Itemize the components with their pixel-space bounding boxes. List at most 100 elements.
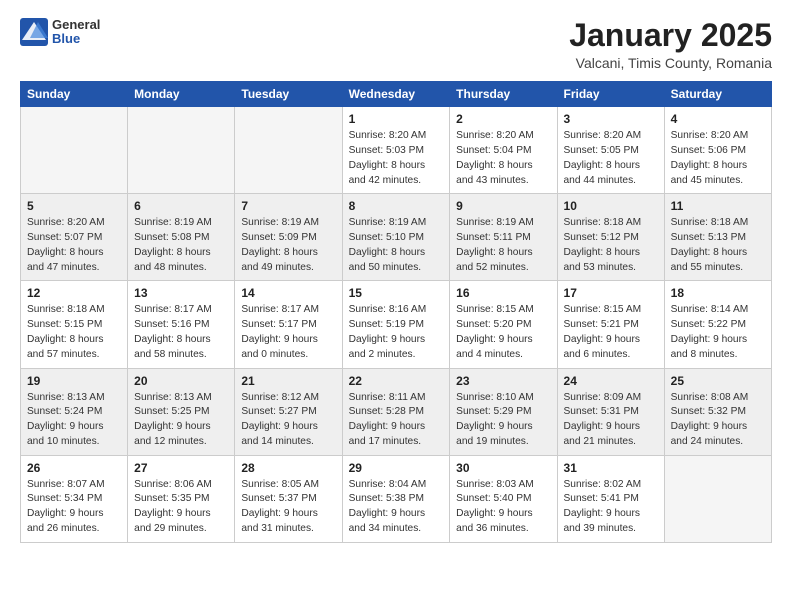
logo-icon	[20, 18, 48, 46]
calendar-cell: 29 Sunrise: 8:04 AM Sunset: 5:38 PM Dayli…	[342, 455, 450, 542]
calendar-week-row: 5 Sunrise: 8:20 AM Sunset: 5:07 PM Daylig…	[21, 194, 772, 281]
day-info: Sunrise: 8:05 AM Sunset: 5:37 PM Dayligh…	[241, 478, 335, 537]
day-info: Sunrise: 8:20 AM Sunset: 5:06 PM Dayligh…	[671, 129, 765, 188]
day-info: Sunrise: 8:10 AM Sunset: 5:29 PM Dayligh…	[456, 391, 550, 450]
day-info: Sunrise: 8:17 AM Sunset: 5:16 PM Dayligh…	[134, 303, 228, 362]
day-number: 11	[671, 199, 765, 213]
day-number: 30	[456, 461, 550, 475]
weekday-header: Saturday	[664, 82, 771, 107]
calendar-cell: 2 Sunrise: 8:20 AM Sunset: 5:04 PM Daylig…	[450, 107, 557, 194]
calendar-cell: 22 Sunrise: 8:11 AM Sunset: 5:28 PM Dayli…	[342, 368, 450, 455]
day-number: 31	[564, 461, 658, 475]
header: General Blue January 2025 Valcani, Timis…	[20, 18, 772, 71]
day-number: 4	[671, 112, 765, 126]
calendar-week-row: 12 Sunrise: 8:18 AM Sunset: 5:15 PM Dayli…	[21, 281, 772, 368]
day-info: Sunrise: 8:20 AM Sunset: 5:03 PM Dayligh…	[349, 129, 444, 188]
calendar-cell: 11 Sunrise: 8:18 AM Sunset: 5:13 PM Dayli…	[664, 194, 771, 281]
day-info: Sunrise: 8:18 AM Sunset: 5:15 PM Dayligh…	[27, 303, 121, 362]
day-info: Sunrise: 8:15 AM Sunset: 5:21 PM Dayligh…	[564, 303, 658, 362]
page: General Blue January 2025 Valcani, Timis…	[0, 0, 792, 612]
title-block: January 2025 Valcani, Timis County, Roma…	[569, 18, 772, 71]
day-info: Sunrise: 8:12 AM Sunset: 5:27 PM Dayligh…	[241, 391, 335, 450]
calendar-cell: 14Sunrise: 8:17 AM Sunset: 5:17 PM Dayli…	[235, 281, 342, 368]
weekday-header-row: SundayMondayTuesdayWednesdayThursdayFrid…	[21, 82, 772, 107]
day-number: 26	[27, 461, 121, 475]
calendar-cell	[664, 455, 771, 542]
calendar-cell: 16 Sunrise: 8:15 AM Sunset: 5:20 PM Dayli…	[450, 281, 557, 368]
calendar-week-row: 19Sunrise: 8:13 AM Sunset: 5:24 PM Dayli…	[21, 368, 772, 455]
day-info: Sunrise: 8:02 AM Sunset: 5:41 PM Dayligh…	[564, 478, 658, 537]
weekday-header: Monday	[128, 82, 235, 107]
calendar-cell: 8Sunrise: 8:19 AM Sunset: 5:10 PM Daylig…	[342, 194, 450, 281]
day-number: 23	[456, 374, 550, 388]
calendar-cell: 27 Sunrise: 8:06 AM Sunset: 5:35 PM Dayli…	[128, 455, 235, 542]
day-info: Sunrise: 8:15 AM Sunset: 5:20 PM Dayligh…	[456, 303, 550, 362]
day-number: 29	[349, 461, 444, 475]
calendar-cell: 24Sunrise: 8:09 AM Sunset: 5:31 PM Dayli…	[557, 368, 664, 455]
day-info: Sunrise: 8:19 AM Sunset: 5:09 PM Dayligh…	[241, 216, 335, 275]
calendar-cell: 31 Sunrise: 8:02 AM Sunset: 5:41 PM Dayli…	[557, 455, 664, 542]
day-number: 2	[456, 112, 550, 126]
day-number: 25	[671, 374, 765, 388]
day-number: 13	[134, 286, 228, 300]
logo-general: General	[52, 18, 100, 32]
calendar-cell: 9 Sunrise: 8:19 AM Sunset: 5:11 PM Daylig…	[450, 194, 557, 281]
calendar-cell: 12 Sunrise: 8:18 AM Sunset: 5:15 PM Dayli…	[21, 281, 128, 368]
weekday-header: Sunday	[21, 82, 128, 107]
day-info: Sunrise: 8:18 AM Sunset: 5:13 PM Dayligh…	[671, 216, 765, 275]
calendar-cell: 13 Sunrise: 8:17 AM Sunset: 5:16 PM Dayli…	[128, 281, 235, 368]
day-info: Sunrise: 8:20 AM Sunset: 5:04 PM Dayligh…	[456, 129, 550, 188]
calendar-table: SundayMondayTuesdayWednesdayThursdayFrid…	[20, 81, 772, 543]
day-info: Sunrise: 8:18 AM Sunset: 5:12 PM Dayligh…	[564, 216, 658, 275]
day-number: 17	[564, 286, 658, 300]
day-info: Sunrise: 8:07 AM Sunset: 5:34 PM Dayligh…	[27, 478, 121, 537]
day-info: Sunrise: 8:19 AM Sunset: 5:11 PM Dayligh…	[456, 216, 550, 275]
calendar-cell: 17 Sunrise: 8:15 AM Sunset: 5:21 PM Dayli…	[557, 281, 664, 368]
day-info: Sunrise: 8:20 AM Sunset: 5:07 PM Dayligh…	[27, 216, 121, 275]
calendar-week-row: 1 Sunrise: 8:20 AM Sunset: 5:03 PM Daylig…	[21, 107, 772, 194]
day-number: 28	[241, 461, 335, 475]
day-number: 8	[349, 199, 444, 213]
day-info: Sunrise: 8:11 AM Sunset: 5:28 PM Dayligh…	[349, 391, 444, 450]
day-info: Sunrise: 8:04 AM Sunset: 5:38 PM Dayligh…	[349, 478, 444, 537]
day-info: Sunrise: 8:20 AM Sunset: 5:05 PM Dayligh…	[564, 129, 658, 188]
day-number: 1	[349, 112, 444, 126]
calendar-cell	[128, 107, 235, 194]
day-number: 15	[349, 286, 444, 300]
day-number: 18	[671, 286, 765, 300]
calendar-cell: 28 Sunrise: 8:05 AM Sunset: 5:37 PM Dayli…	[235, 455, 342, 542]
day-info: Sunrise: 8:08 AM Sunset: 5:32 PM Dayligh…	[671, 391, 765, 450]
calendar-cell: 26 Sunrise: 8:07 AM Sunset: 5:34 PM Dayli…	[21, 455, 128, 542]
day-number: 10	[564, 199, 658, 213]
calendar-cell: 1 Sunrise: 8:20 AM Sunset: 5:03 PM Daylig…	[342, 107, 450, 194]
logo-blue: Blue	[52, 32, 100, 46]
day-number: 22	[349, 374, 444, 388]
day-info: Sunrise: 8:14 AM Sunset: 5:22 PM Dayligh…	[671, 303, 765, 362]
calendar-cell: 15Sunrise: 8:16 AM Sunset: 5:19 PM Dayli…	[342, 281, 450, 368]
day-info: Sunrise: 8:19 AM Sunset: 5:08 PM Dayligh…	[134, 216, 228, 275]
calendar-cell: 7Sunrise: 8:19 AM Sunset: 5:09 PM Daylig…	[235, 194, 342, 281]
day-info: Sunrise: 8:17 AM Sunset: 5:17 PM Dayligh…	[241, 303, 335, 362]
day-info: Sunrise: 8:13 AM Sunset: 5:24 PM Dayligh…	[27, 391, 121, 450]
day-number: 9	[456, 199, 550, 213]
day-info: Sunrise: 8:03 AM Sunset: 5:40 PM Dayligh…	[456, 478, 550, 537]
day-info: Sunrise: 8:09 AM Sunset: 5:31 PM Dayligh…	[564, 391, 658, 450]
calendar-cell: 19Sunrise: 8:13 AM Sunset: 5:24 PM Dayli…	[21, 368, 128, 455]
calendar-cell: 5 Sunrise: 8:20 AM Sunset: 5:07 PM Daylig…	[21, 194, 128, 281]
logo: General Blue	[20, 18, 100, 47]
calendar-cell: 30 Sunrise: 8:03 AM Sunset: 5:40 PM Dayli…	[450, 455, 557, 542]
day-number: 27	[134, 461, 228, 475]
day-number: 12	[27, 286, 121, 300]
day-number: 5	[27, 199, 121, 213]
day-number: 20	[134, 374, 228, 388]
calendar-cell: 20Sunrise: 8:13 AM Sunset: 5:25 PM Dayli…	[128, 368, 235, 455]
calendar-cell: 10 Sunrise: 8:18 AM Sunset: 5:12 PM Dayli…	[557, 194, 664, 281]
day-info: Sunrise: 8:06 AM Sunset: 5:35 PM Dayligh…	[134, 478, 228, 537]
calendar-cell: 3Sunrise: 8:20 AM Sunset: 5:05 PM Daylig…	[557, 107, 664, 194]
weekday-header: Tuesday	[235, 82, 342, 107]
calendar-cell	[21, 107, 128, 194]
logo-text: General Blue	[52, 18, 100, 47]
day-number: 16	[456, 286, 550, 300]
calendar-cell: 23 Sunrise: 8:10 AM Sunset: 5:29 PM Dayli…	[450, 368, 557, 455]
day-number: 6	[134, 199, 228, 213]
